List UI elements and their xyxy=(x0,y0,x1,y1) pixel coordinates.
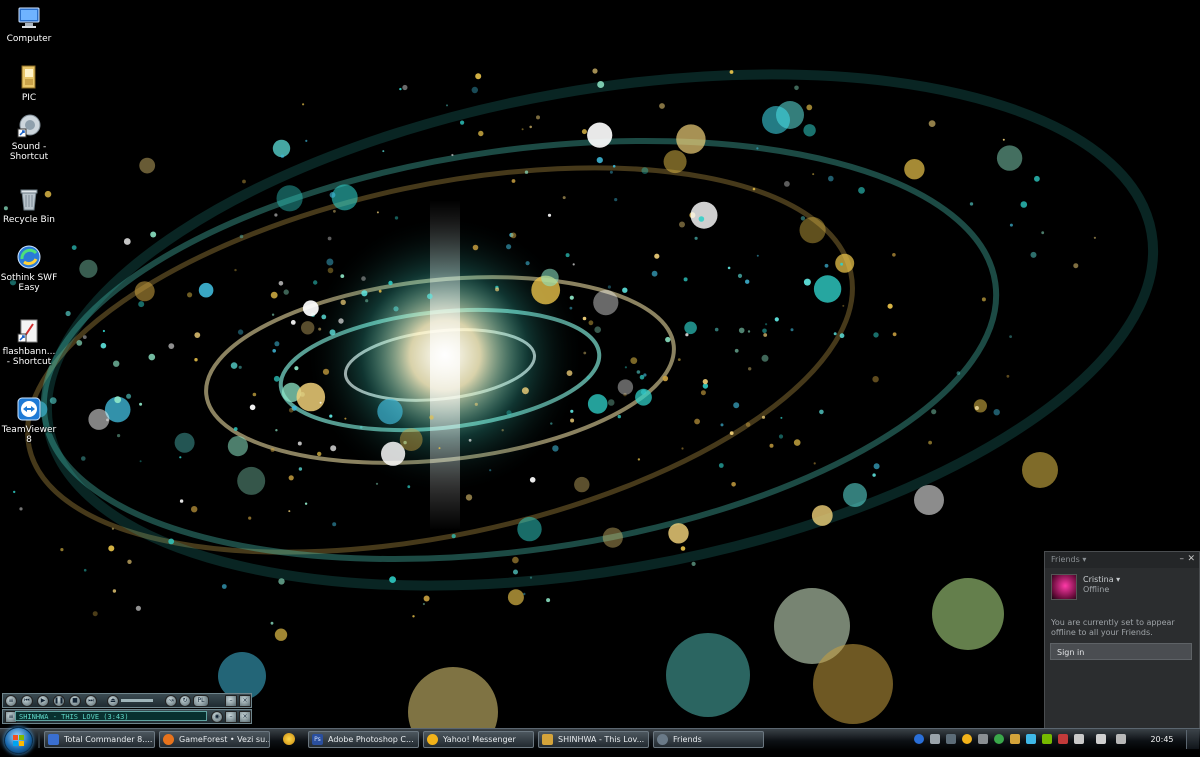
volume-icon[interactable] xyxy=(1058,734,1068,744)
close-icon[interactable]: × xyxy=(239,711,251,723)
close-icon[interactable]: × xyxy=(239,695,251,707)
nvidia-icon[interactable] xyxy=(1042,734,1052,744)
taskbar-button-label: Friends xyxy=(673,735,702,744)
taskbar-button-label: Total Commander 8.... xyxy=(64,735,153,744)
windows-logo-icon xyxy=(13,735,24,746)
now-playing-display: SHINHWA - THIS LOVE (3:43) xyxy=(15,711,207,721)
taskbar-button-firefox[interactable]: GameForest • Vezi su... xyxy=(159,731,270,748)
steam-tray-icon[interactable] xyxy=(930,734,940,744)
desktop-icon-label: Recycle Bin xyxy=(3,215,55,225)
taskbar-button-yahoo-messenger[interactable]: Yahoo! Messenger xyxy=(423,731,534,748)
taskbar-button-winamp[interactable]: SHINHWA - This Lov... xyxy=(538,731,649,748)
minimize-icon[interactable]: – xyxy=(225,695,237,707)
security-icon[interactable] xyxy=(978,734,988,744)
quick-launch-icon[interactable] xyxy=(283,733,295,745)
minimize-icon[interactable]: – xyxy=(225,711,237,723)
winamp-tray-icon[interactable] xyxy=(1010,734,1020,744)
eject-icon[interactable]: ⏏ xyxy=(107,695,119,707)
flash-document-icon xyxy=(17,319,38,343)
desktop-icon-label: PIC xyxy=(21,93,37,103)
shuffle-icon[interactable]: ↝ xyxy=(165,695,177,707)
recycle-bin-icon xyxy=(20,189,38,211)
desktop-icon-label: flashbann... - Shortcut xyxy=(2,347,56,367)
pause-icon[interactable]: ❚❚ xyxy=(53,695,65,707)
taskbar-button-label: GameForest • Vezi su... xyxy=(179,735,270,744)
bluetooth-icon[interactable] xyxy=(914,734,924,744)
desktop-icon-computer[interactable]: Computer xyxy=(0,5,58,44)
friends-panel-title[interactable]: Friends ▾ xyxy=(1051,555,1086,564)
friends-panel-header: Friends ▾ – ✕ xyxy=(1045,552,1199,568)
computer-icon xyxy=(18,7,40,28)
taskbar-button-label: Adobe Photoshop C... xyxy=(328,735,414,744)
previous-track-icon[interactable]: ⏮ xyxy=(21,695,33,707)
sound-shortcut-icon xyxy=(17,114,41,138)
taskbar-button-label: Yahoo! Messenger xyxy=(443,735,516,744)
desktop-icon-sothink-swf-easy[interactable]: Sothink SWF Easy xyxy=(0,244,58,293)
friends-user-card[interactable]: Cristina ▾ Offline xyxy=(1045,574,1199,604)
desktop-icon-teamviewer[interactable]: TeamViewer 8 xyxy=(0,396,58,445)
desktop-icon-label: Computer xyxy=(6,34,52,44)
firefox-icon xyxy=(163,734,174,745)
username: Cristina ▾ xyxy=(1083,575,1121,584)
yahoo-tray-icon[interactable] xyxy=(962,734,972,744)
system-tray xyxy=(910,729,1135,751)
taskbar-button-label: SHINHWA - This Lov... xyxy=(558,735,645,744)
quick-launch-separator xyxy=(38,732,40,748)
folder-icon xyxy=(21,65,36,89)
winamp-icon xyxy=(542,734,553,745)
speaker-icon[interactable] xyxy=(1074,734,1084,744)
player-menu-icon[interactable]: ≡ xyxy=(5,695,17,707)
repeat-icon[interactable]: ↻ xyxy=(179,695,191,707)
status-label: Offline xyxy=(1083,585,1110,594)
update-icon[interactable] xyxy=(994,734,1004,744)
desktop-wallpaper xyxy=(0,0,1200,750)
desktop-icon-label: Sound - Shortcut xyxy=(9,142,49,162)
offline-message: You are currently set to appear offline … xyxy=(1051,618,1175,637)
media-player-title-bar: ≡ SHINHWA - THIS LOVE (3:43) ◉ – × xyxy=(2,709,252,724)
photoshop-icon: Ps xyxy=(312,734,323,745)
close-icon[interactable]: ✕ xyxy=(1187,554,1195,564)
yahoo-messenger-icon xyxy=(427,734,438,745)
play-icon[interactable]: ▶ xyxy=(37,695,49,707)
desktop-icon-label: TeamViewer 8 xyxy=(1,425,57,445)
expand-icon[interactable]: ◉ xyxy=(211,711,223,723)
playlist-icon[interactable]: PL xyxy=(193,695,209,707)
total-commander-icon xyxy=(48,734,59,745)
media-player: ≡ ⏮ ▶ ❚❚ ■ ⏭ ⏏ ↝ ↻ PL – × ≡ SHINHWA - TH… xyxy=(2,693,252,725)
wifi-icon[interactable] xyxy=(1096,734,1106,744)
clock[interactable]: 20:45 xyxy=(1142,729,1182,751)
next-track-icon[interactable]: ⏭ xyxy=(85,695,97,707)
desktop-icon-recycle-bin[interactable]: Recycle Bin xyxy=(0,186,58,225)
network-adapter-icon[interactable] xyxy=(946,734,956,744)
desktop-icon-pic[interactable]: PIC xyxy=(0,64,58,103)
avatar xyxy=(1051,574,1077,600)
sothink-swf-easy-icon xyxy=(17,245,41,269)
media-player-controls: ≡ ⏮ ▶ ❚❚ ■ ⏭ ⏏ ↝ ↻ PL – × xyxy=(2,693,252,708)
desktop-icon-flashbanner-shortcut[interactable]: flashbann... - Shortcut xyxy=(0,318,58,367)
stop-icon[interactable]: ■ xyxy=(69,695,81,707)
sign-in-button[interactable]: Sign in xyxy=(1050,643,1192,660)
action-center-flag-icon[interactable] xyxy=(1116,734,1126,744)
taskbar-button-photoshop[interactable]: Ps Adobe Photoshop C... xyxy=(308,731,419,748)
steam-icon xyxy=(657,734,668,745)
teamviewer-icon xyxy=(17,397,41,421)
monitor-icon[interactable] xyxy=(1026,734,1036,744)
chevron-down-icon[interactable]: ▾ xyxy=(1116,575,1120,584)
minimize-icon[interactable]: – xyxy=(1180,554,1185,564)
seek-bar[interactable] xyxy=(121,699,153,702)
friends-panel: Friends ▾ – ✕ Cristina ▾ Offline You are… xyxy=(1044,551,1200,729)
taskbar: Total Commander 8.... GameForest • Vezi … xyxy=(0,727,1200,754)
taskbar-button-total-commander[interactable]: Total Commander 8.... xyxy=(44,731,155,748)
taskbar-button-friends[interactable]: Friends xyxy=(653,731,764,748)
show-desktop-button[interactable] xyxy=(1186,730,1199,749)
desktop-icon-sound-shortcut[interactable]: Sound - Shortcut xyxy=(0,113,58,162)
desktop-icon-label: Sothink SWF Easy xyxy=(0,273,58,293)
